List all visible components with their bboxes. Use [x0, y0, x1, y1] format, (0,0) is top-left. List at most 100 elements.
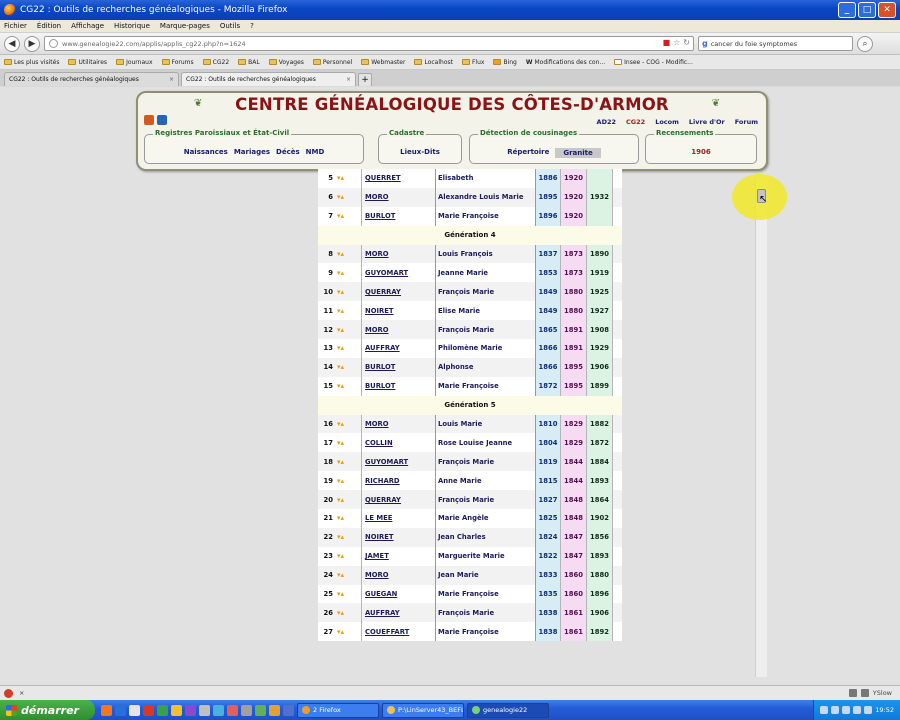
surname-link[interactable]: MORO — [362, 187, 436, 207]
minimize-button[interactable]: _ — [838, 2, 856, 18]
link-mariages[interactable]: Mariages — [234, 148, 270, 156]
link-forum[interactable]: Forum — [735, 118, 758, 126]
bookmark-item[interactable]: W Modifications des con... — [526, 59, 605, 66]
surname-link[interactable]: AUFFRAY — [362, 603, 436, 623]
clock[interactable]: 19:52 — [875, 706, 894, 714]
menu-historique[interactable]: Historique — [114, 22, 150, 30]
link-ad22[interactable]: AD22 — [597, 118, 616, 126]
surname-link[interactable]: AUFFRAY — [362, 339, 436, 358]
bookmark-item[interactable]: Flux — [461, 59, 484, 66]
quicklaunch-icon[interactable] — [199, 704, 210, 716]
link-granite[interactable]: Granite — [555, 148, 601, 158]
surname-link[interactable]: MORO — [362, 320, 436, 340]
quicklaunch-icon[interactable] — [129, 704, 140, 716]
navigation-arrows-icon[interactable]: ▾▴ — [335, 244, 362, 264]
stop-icon[interactable] — [4, 688, 13, 698]
surname-link[interactable]: BURLOT — [362, 376, 436, 396]
navigation-arrows-icon[interactable]: ▾▴ — [335, 263, 362, 283]
navigation-arrows-icon[interactable]: ▾▴ — [335, 187, 362, 207]
link-repertoire[interactable]: Répertoire — [507, 148, 549, 158]
url-bar[interactable]: www.genealogie22.com/applis/applis_cg22.… — [44, 36, 694, 51]
surname-link[interactable]: RICHARD — [362, 471, 436, 491]
link-cg22[interactable]: CG22 — [626, 118, 645, 126]
surname-link[interactable]: MORO — [362, 565, 436, 585]
navigation-arrows-icon[interactable]: ▾▴ — [335, 452, 362, 472]
surname-link[interactable]: JAMET — [362, 546, 436, 566]
quicklaunch-icon[interactable] — [143, 704, 154, 716]
surname-link[interactable]: BURLOT — [362, 357, 436, 377]
navigation-arrows-icon[interactable]: ▾▴ — [335, 301, 362, 321]
yslow-label[interactable]: YSlow — [873, 689, 892, 697]
addon-bar-icon[interactable] — [860, 689, 869, 697]
link-deces[interactable]: Décès — [276, 148, 300, 156]
bookmark-item[interactable]: Webmaster — [361, 59, 405, 66]
search-magnifier-icon[interactable]: ⌕ — [857, 35, 873, 52]
surname-link[interactable]: COUEFFART — [362, 622, 436, 642]
link-livre-dor[interactable]: Livre d'Or — [689, 118, 725, 126]
close-tab-icon[interactable]: × — [346, 76, 351, 83]
navigation-arrows-icon[interactable]: ▾▴ — [335, 565, 362, 585]
start-button[interactable]: démarrer — [0, 700, 95, 720]
taskbar-task-firefox[interactable]: 2 Firefox — [297, 702, 379, 718]
tray-icon[interactable] — [820, 706, 829, 714]
bookmark-item[interactable]: Les plus visités — [4, 59, 59, 66]
maximize-button[interactable]: □ — [858, 2, 876, 18]
quicklaunch-icon[interactable] — [213, 704, 224, 716]
reload-icon[interactable]: ↻ — [683, 38, 690, 47]
quicklaunch-icon[interactable] — [227, 704, 238, 716]
surname-link[interactable]: NOIRET — [362, 301, 436, 321]
quicklaunch-icon[interactable] — [241, 704, 252, 716]
bookmark-item[interactable]: Personnel — [312, 59, 352, 66]
bookmark-item[interactable]: Insee - COG - Modific... — [614, 59, 693, 66]
surname-link[interactable]: MORO — [362, 414, 436, 434]
navigation-arrows-icon[interactable]: ▾▴ — [335, 622, 362, 642]
bookmark-item[interactable]: Bing — [493, 59, 517, 66]
surname-link[interactable]: GUYOMART — [362, 452, 436, 472]
navigation-arrows-icon[interactable]: ▾▴ — [335, 206, 362, 226]
bookmark-item[interactable]: Localhost — [414, 59, 453, 66]
search-bar[interactable]: g cancer du foie symptomes — [698, 36, 853, 51]
menu-outils[interactable]: Outils — [220, 22, 240, 30]
tray-icon[interactable] — [842, 706, 851, 714]
surname-link[interactable]: GUEGAN — [362, 584, 436, 604]
vertical-scrollbar[interactable] — [755, 179, 767, 677]
navigation-arrows-icon[interactable]: ▾▴ — [335, 414, 362, 434]
link-lieux-dits[interactable]: Lieux-Dits — [400, 148, 440, 156]
quicklaunch-icon[interactable] — [171, 704, 182, 716]
tray-icon[interactable] — [864, 706, 873, 714]
addon-bar-icon[interactable] — [848, 689, 857, 697]
navigation-arrows-icon[interactable]: ▾▴ — [335, 282, 362, 302]
surname-link[interactable]: QUERRAY — [362, 282, 436, 302]
navigation-arrows-icon[interactable]: ▾▴ — [335, 169, 362, 188]
taskbar-task-genealogie22[interactable]: genealogie22 — [467, 702, 549, 718]
navigation-arrows-icon[interactable]: ▾▴ — [335, 433, 362, 453]
quicklaunch-icon[interactable] — [255, 704, 266, 716]
bookmark-item[interactable]: BAL — [238, 59, 260, 66]
surname-link[interactable]: COLLIN — [362, 433, 436, 453]
new-tab-button[interactable]: + — [358, 73, 372, 86]
navigation-arrows-icon[interactable]: ▾▴ — [335, 320, 362, 340]
link-1906[interactable]: 1906 — [691, 148, 710, 156]
menu-edition[interactable]: Édition — [37, 22, 61, 30]
close-tab-icon[interactable]: × — [169, 76, 174, 83]
navigation-arrows-icon[interactable]: ▾▴ — [335, 546, 362, 566]
surname-link[interactable]: BURLOT — [362, 206, 436, 226]
bookmark-star-icon[interactable]: ☆ — [673, 38, 680, 47]
quicklaunch-icon[interactable] — [185, 704, 196, 716]
title-bar[interactable]: CG22 : Outils de recherches généalogique… — [0, 0, 900, 20]
navigation-arrows-icon[interactable]: ▾▴ — [335, 527, 362, 547]
bookmark-item[interactable]: CG22 — [202, 59, 229, 66]
surname-link[interactable]: LE MEE — [362, 509, 436, 528]
taskbar-task-explorer[interactable]: P:\LinServer43_BEFL... — [382, 702, 464, 718]
bookmark-item[interactable]: Forums — [161, 59, 194, 66]
tab-2[interactable]: CG22 : Outils de recherches généalogique… — [181, 72, 356, 86]
tab-1[interactable]: CG22 : Outils de recherches généalogique… — [4, 72, 179, 86]
bookmark-item[interactable]: Voyages — [268, 59, 304, 66]
close-findbar-icon[interactable]: × — [19, 689, 24, 697]
quicklaunch-icon[interactable] — [157, 704, 168, 716]
surname-link[interactable]: NOIRET — [362, 527, 436, 547]
link-locom[interactable]: Locom — [655, 118, 679, 126]
link-naissances[interactable]: Naissances — [184, 148, 228, 156]
facebook-icon[interactable] — [157, 115, 167, 125]
surname-link[interactable]: GUYOMART — [362, 263, 436, 283]
